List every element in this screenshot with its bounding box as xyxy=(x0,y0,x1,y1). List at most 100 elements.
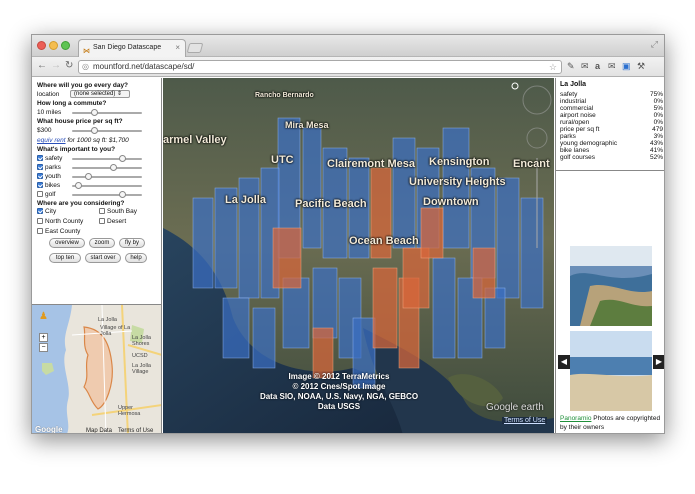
area-option[interactable]: Desert xyxy=(99,218,126,225)
map-label: La Jolla Village xyxy=(132,363,151,375)
overview-button[interactable]: overview xyxy=(49,238,85,248)
priority-slider-knob[interactable] xyxy=(109,164,117,171)
back-icon[interactable]: ← xyxy=(37,60,47,71)
address-bar[interactable]: ◎ mountford.net/datascape/sd/ ☆ xyxy=(78,60,562,74)
map-terms-link[interactable]: Terms of Use xyxy=(118,428,153,433)
stat-value: 75% xyxy=(649,91,663,98)
panoramio-photo[interactable] xyxy=(570,331,652,411)
stat-row: airport noise 0% xyxy=(560,112,663,119)
area-checkbox[interactable] xyxy=(99,208,105,214)
stat-value: 5% xyxy=(653,105,663,112)
earth-3d-view[interactable]: Rancho Bernardo Mira Mesa armel Valley U… xyxy=(163,78,554,433)
next-photo-icon[interactable]: ▶ xyxy=(653,355,664,369)
priority-label: parks xyxy=(45,164,61,171)
credit-line: Data SIO, NOAA, U.S. Navy, NGA, GEBCO xyxy=(259,392,419,401)
area-label: City xyxy=(45,208,57,215)
map-data-link[interactable]: Map Data xyxy=(86,428,112,433)
stat-row: young demographic 43% xyxy=(560,140,663,147)
close-tab-icon[interactable]: × xyxy=(175,40,180,56)
help-button[interactable]: help xyxy=(125,253,147,263)
priority-slider-knob[interactable] xyxy=(84,173,92,180)
priority-slider[interactable] xyxy=(72,173,142,180)
area-checkbox[interactable] xyxy=(37,208,43,214)
priority-label: youth xyxy=(45,173,61,180)
amazon-extension-icon[interactable]: a xyxy=(595,61,600,71)
area-label: East County xyxy=(45,228,81,235)
bookmark-star-icon[interactable]: ☆ xyxy=(549,61,557,73)
priority-checkbox[interactable] xyxy=(37,173,43,179)
commute-slider[interactable] xyxy=(72,109,142,116)
minimize-window-button[interactable] xyxy=(49,41,58,50)
priority-checkbox[interactable] xyxy=(37,164,43,170)
zoom-button[interactable]: zoom xyxy=(89,238,115,248)
area-label: North County xyxy=(45,218,84,225)
previous-photo-icon[interactable]: ◀ xyxy=(558,355,570,369)
screen-extension-icon[interactable]: ▣ xyxy=(622,61,631,72)
maximize-window-button[interactable] xyxy=(61,41,70,50)
price-slider[interactable] xyxy=(72,127,142,134)
fly-by-button[interactable]: fly by xyxy=(119,238,145,248)
forward-icon[interactable]: → xyxy=(51,60,61,71)
reload-icon[interactable]: ↻ xyxy=(65,60,73,71)
priority-slider-knob[interactable] xyxy=(119,191,127,198)
priority-slider-knob[interactable] xyxy=(119,155,127,162)
mini-map[interactable]: ♟ + − La Jolla Village of La Jolla La Jo… xyxy=(32,304,162,433)
top-ten-button[interactable]: top ten xyxy=(49,253,81,263)
stat-label: safety xyxy=(560,91,578,98)
location-select[interactable]: (none selected) ⇕ xyxy=(70,90,130,98)
place-label: Rancho Bernardo xyxy=(255,92,314,99)
place-label: Mira Mesa xyxy=(285,120,329,130)
priority-slider[interactable] xyxy=(72,164,142,171)
area-checkbox[interactable] xyxy=(99,218,105,224)
divider xyxy=(556,170,664,171)
browser-toolbar: ← → ↻ ◎ mountford.net/datascape/sd/ ☆ ✎ … xyxy=(32,57,664,77)
area-option[interactable]: East County xyxy=(37,228,80,235)
panoramio-link[interactable]: Panoramio xyxy=(560,415,591,422)
priority-checkbox[interactable] xyxy=(37,191,43,197)
area-checkbox[interactable] xyxy=(37,228,43,234)
stat-row: industrial 0% xyxy=(560,98,663,105)
mail-extension-icon[interactable]: ✉ xyxy=(581,61,589,72)
commute-slider-knob[interactable] xyxy=(90,109,98,116)
zoom-out-icon[interactable]: − xyxy=(39,343,48,352)
area-label: South Bay xyxy=(107,208,137,215)
priority-slider-knob[interactable] xyxy=(75,182,83,189)
new-tab-button[interactable] xyxy=(186,43,204,53)
area-option[interactable]: South Bay xyxy=(99,208,137,215)
stat-label: bike lanes xyxy=(560,147,590,154)
gmail-extension-icon[interactable]: ✉ xyxy=(608,61,616,72)
priority-row: youth xyxy=(37,172,156,181)
browser-tab[interactable]: ⋈ San Diego Datascape × xyxy=(78,39,186,57)
google-earth-logo: Google earth xyxy=(486,402,544,413)
area-checkbox[interactable] xyxy=(37,218,43,224)
zoom-in-icon[interactable]: + xyxy=(39,333,48,342)
wrench-icon[interactable]: ⚒ xyxy=(637,61,645,72)
place-label: Encant xyxy=(513,158,550,170)
pen-extension-icon[interactable]: ✎ xyxy=(567,61,575,72)
commute-question: How long a commute? xyxy=(37,100,107,107)
priority-slider[interactable] xyxy=(72,191,142,198)
stat-value: 52% xyxy=(649,154,663,161)
tab-title: San Diego Datascape xyxy=(93,44,162,51)
price-value: $300 xyxy=(37,127,52,134)
fullscreen-icon[interactable]: ⤢ xyxy=(651,39,658,50)
priority-slider[interactable] xyxy=(72,155,142,162)
area-option[interactable]: City xyxy=(37,208,56,215)
start-over-button[interactable]: start over xyxy=(85,253,121,263)
place-label: armel Valley xyxy=(163,134,227,146)
map-label: Upper Hermosa xyxy=(118,405,141,417)
priority-slider[interactable] xyxy=(72,182,142,189)
earth-terms-link[interactable]: Terms of Use xyxy=(502,417,548,424)
panoramio-photo[interactable] xyxy=(570,246,652,326)
stat-label: parks xyxy=(560,133,576,140)
price-slider-knob[interactable] xyxy=(90,127,98,134)
area-option[interactable]: North County xyxy=(37,218,83,225)
close-window-button[interactable] xyxy=(37,41,46,50)
priority-label: golf xyxy=(45,191,56,198)
pegman-icon[interactable]: ♟ xyxy=(39,311,48,322)
equiv-rent-link[interactable]: equiv rent xyxy=(37,137,66,144)
stat-value: 479 xyxy=(652,126,663,133)
priority-checkbox[interactable] xyxy=(37,182,43,188)
priority-checkbox[interactable] xyxy=(37,155,43,161)
priority-label: bikes xyxy=(45,182,61,189)
